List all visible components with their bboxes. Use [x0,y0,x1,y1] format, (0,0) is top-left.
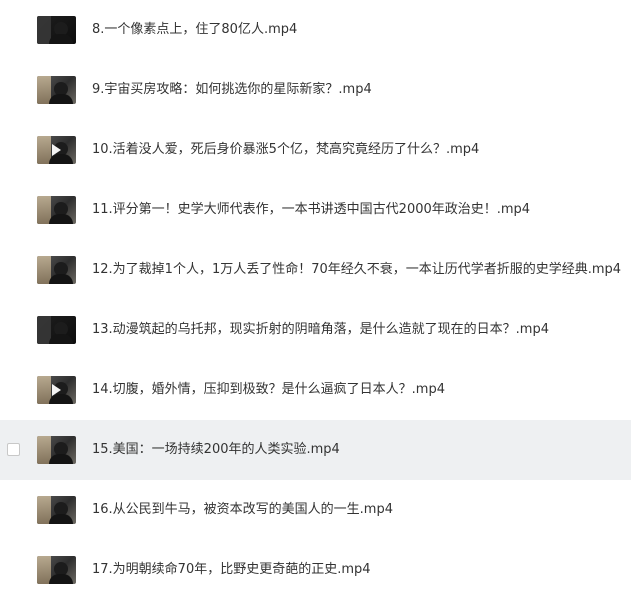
file-row[interactable]: 12.为了裁掉1个人，1万人丢了性命！70年经久不衰，一本让历代学者折服的史学经… [0,240,631,300]
file-row[interactable]: 8.一个像素点上，住了80亿人.mp4 [0,0,631,60]
video-thumbnail-icon[interactable] [37,196,76,224]
file-name[interactable]: 12.为了裁掉1个人，1万人丢了性命！70年经久不衰，一本让历代学者折服的史学经… [92,261,621,279]
video-thumbnail-icon[interactable] [37,376,76,404]
select-checkbox[interactable] [7,443,20,456]
file-row[interactable]: 11.评分第一！史学大师代表作，一本书讲透中国古代2000年政治史！.mp4 [0,180,631,240]
video-thumbnail-icon[interactable] [37,76,76,104]
file-row[interactable]: 9.宇宙买房攻略：如何挑选你的星际新家？.mp4 [0,60,631,120]
file-name[interactable]: 17.为明朝续命70年，比野史更奇葩的正史.mp4 [92,561,371,579]
video-thumbnail-icon[interactable] [37,136,76,164]
play-icon [52,144,61,156]
file-name[interactable]: 10.活着没人爱，死后身价暴涨5个亿，梵高究竟经历了什么？.mp4 [92,141,479,159]
file-row[interactable]: 10.活着没人爱，死后身价暴涨5个亿，梵高究竟经历了什么？.mp4 [0,120,631,180]
file-name[interactable]: 13.动漫筑起的乌托邦，现实折射的阴暗角落，是什么造就了现在的日本？.mp4 [92,321,549,339]
file-row[interactable]: 14.切腹，婚外情，压抑到极致？是什么逼疯了日本人？.mp4 [0,360,631,420]
file-name[interactable]: 9.宇宙买房攻略：如何挑选你的星际新家？.mp4 [92,81,372,99]
file-name[interactable]: 15.美国：一场持续200年的人类实验.mp4 [92,441,340,459]
video-thumbnail-icon[interactable] [37,556,76,584]
video-thumbnail-icon[interactable] [37,256,76,284]
file-row[interactable]: 15.美国：一场持续200年的人类实验.mp4 [0,420,631,480]
file-row[interactable]: 16.从公民到牛马，被资本改写的美国人的一生.mp4 [0,480,631,540]
video-thumbnail-icon[interactable] [37,16,76,44]
play-icon [52,384,61,396]
file-list: 8.一个像素点上，住了80亿人.mp4 9.宇宙买房攻略：如何挑选你的星际新家？… [0,0,631,604]
file-name[interactable]: 16.从公民到牛马，被资本改写的美国人的一生.mp4 [92,501,393,519]
file-name[interactable]: 11.评分第一！史学大师代表作，一本书讲透中国古代2000年政治史！.mp4 [92,201,530,219]
file-row[interactable]: 17.为明朝续命70年，比野史更奇葩的正史.mp4 [0,540,631,600]
video-thumbnail-icon[interactable] [37,436,76,464]
video-thumbnail-icon[interactable] [37,496,76,524]
file-row[interactable]: 13.动漫筑起的乌托邦，现实折射的阴暗角落，是什么造就了现在的日本？.mp4 [0,300,631,360]
video-thumbnail-icon[interactable] [37,316,76,344]
file-name[interactable]: 14.切腹，婚外情，压抑到极致？是什么逼疯了日本人？.mp4 [92,381,445,399]
file-name[interactable]: 8.一个像素点上，住了80亿人.mp4 [92,21,297,39]
